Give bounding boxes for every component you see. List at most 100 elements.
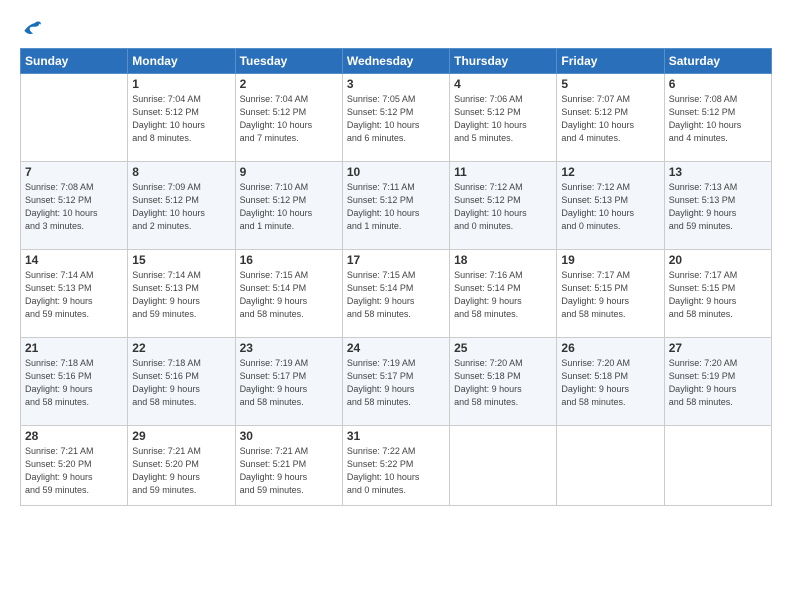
day-number: 9 bbox=[240, 165, 338, 179]
day-info: Sunrise: 7:15 AMSunset: 5:14 PMDaylight:… bbox=[347, 269, 445, 321]
calendar-day-cell: 3Sunrise: 7:05 AMSunset: 5:12 PMDaylight… bbox=[342, 74, 449, 162]
day-info: Sunrise: 7:06 AMSunset: 5:12 PMDaylight:… bbox=[454, 93, 552, 145]
calendar-day-cell: 18Sunrise: 7:16 AMSunset: 5:14 PMDayligh… bbox=[450, 250, 557, 338]
day-info: Sunrise: 7:21 AMSunset: 5:20 PMDaylight:… bbox=[132, 445, 230, 497]
day-number: 7 bbox=[25, 165, 123, 179]
day-info: Sunrise: 7:04 AMSunset: 5:12 PMDaylight:… bbox=[240, 93, 338, 145]
calendar-day-cell: 29 Sunrise: 7:21 AMSunset: 5:20 PMDayligh… bbox=[128, 426, 235, 506]
day-info: Sunrise: 7:05 AMSunset: 5:12 PMDaylight:… bbox=[347, 93, 445, 145]
weekday-header: Friday bbox=[557, 49, 664, 74]
day-info: Sunrise: 7:19 AMSunset: 5:17 PMDaylight:… bbox=[240, 357, 338, 409]
calendar-day-cell: 5 Sunrise: 7:07 AMSunset: 5:12 PMDaylight… bbox=[557, 74, 664, 162]
day-info: Sunrise: 7:10 AMSunset: 5:12 PMDaylight:… bbox=[240, 181, 338, 233]
day-info: Sunrise: 7:17 AMSunset: 5:15 PMDaylight:… bbox=[669, 269, 767, 321]
calendar-day-cell: 26 Sunrise: 7:20 AMSunset: 5:18 PMDayligh… bbox=[557, 338, 664, 426]
day-number: 28 bbox=[25, 429, 123, 443]
calendar-day-cell: 19 Sunrise: 7:17 AMSunset: 5:15 PMDayligh… bbox=[557, 250, 664, 338]
calendar-day-cell: 23 Sunrise: 7:19 AMSunset: 5:17 PMDayligh… bbox=[235, 338, 342, 426]
day-info: Sunrise: 7:11 AMSunset: 5:12 PMDaylight:… bbox=[347, 181, 445, 233]
day-info: Sunrise: 7:14 AMSunset: 5:13 PMDaylight:… bbox=[25, 269, 123, 321]
weekday-header: Sunday bbox=[21, 49, 128, 74]
calendar-day-cell: 31 Sunrise: 7:22 AMSunset: 5:22 PMDayligh… bbox=[342, 426, 449, 506]
weekday-header: Saturday bbox=[664, 49, 771, 74]
day-number: 21 bbox=[25, 341, 123, 355]
calendar-day-cell: 17 Sunrise: 7:15 AMSunset: 5:14 PMDayligh… bbox=[342, 250, 449, 338]
day-number: 27 bbox=[669, 341, 767, 355]
calendar-day-cell: 25Sunrise: 7:20 AMSunset: 5:18 PMDayligh… bbox=[450, 338, 557, 426]
calendar-day-cell bbox=[664, 426, 771, 506]
day-number: 4 bbox=[454, 77, 552, 91]
day-info: Sunrise: 7:21 AMSunset: 5:20 PMDaylight:… bbox=[25, 445, 123, 497]
calendar-week-row: 28 Sunrise: 7:21 AMSunset: 5:20 PMDayligh… bbox=[21, 426, 772, 506]
calendar-day-cell: 28 Sunrise: 7:21 AMSunset: 5:20 PMDayligh… bbox=[21, 426, 128, 506]
calendar-day-cell: 13 Sunrise: 7:13 AMSunset: 5:13 PMDayligh… bbox=[664, 162, 771, 250]
calendar-day-cell: 8 Sunrise: 7:09 AMSunset: 5:12 PMDaylight… bbox=[128, 162, 235, 250]
day-info: Sunrise: 7:20 AMSunset: 5:18 PMDaylight:… bbox=[561, 357, 659, 409]
logo bbox=[20, 18, 46, 40]
calendar-day-cell: 30Sunrise: 7:21 AMSunset: 5:21 PMDayligh… bbox=[235, 426, 342, 506]
calendar-day-cell bbox=[450, 426, 557, 506]
day-info: Sunrise: 7:08 AMSunset: 5:12 PMDaylight:… bbox=[669, 93, 767, 145]
calendar-day-cell bbox=[557, 426, 664, 506]
day-info: Sunrise: 7:21 AMSunset: 5:21 PMDaylight:… bbox=[240, 445, 338, 497]
day-number: 22 bbox=[132, 341, 230, 355]
day-number: 24 bbox=[347, 341, 445, 355]
day-number: 11 bbox=[454, 165, 552, 179]
day-number: 8 bbox=[132, 165, 230, 179]
day-info: Sunrise: 7:12 AMSunset: 5:13 PMDaylight:… bbox=[561, 181, 659, 233]
calendar-day-cell: 14 Sunrise: 7:14 AMSunset: 5:13 PMDayligh… bbox=[21, 250, 128, 338]
calendar-day-cell: 9 Sunrise: 7:10 AMSunset: 5:12 PMDaylight… bbox=[235, 162, 342, 250]
calendar-day-cell: 21 Sunrise: 7:18 AMSunset: 5:16 PMDayligh… bbox=[21, 338, 128, 426]
calendar-day-cell: 24Sunrise: 7:19 AMSunset: 5:17 PMDayligh… bbox=[342, 338, 449, 426]
calendar-day-cell: 1 Sunrise: 7:04 AMSunset: 5:12 PMDaylight… bbox=[128, 74, 235, 162]
day-number: 12 bbox=[561, 165, 659, 179]
weekday-header-row: SundayMondayTuesdayWednesdayThursdayFrid… bbox=[21, 49, 772, 74]
day-info: Sunrise: 7:15 AMSunset: 5:14 PMDaylight:… bbox=[240, 269, 338, 321]
day-number: 14 bbox=[25, 253, 123, 267]
day-number: 2 bbox=[240, 77, 338, 91]
calendar-day-cell: 20 Sunrise: 7:17 AMSunset: 5:15 PMDayligh… bbox=[664, 250, 771, 338]
calendar-week-row: 1 Sunrise: 7:04 AMSunset: 5:12 PMDaylight… bbox=[21, 74, 772, 162]
day-number: 15 bbox=[132, 253, 230, 267]
day-info: Sunrise: 7:09 AMSunset: 5:12 PMDaylight:… bbox=[132, 181, 230, 233]
calendar-day-cell: 22 Sunrise: 7:18 AMSunset: 5:16 PMDayligh… bbox=[128, 338, 235, 426]
day-info: Sunrise: 7:08 AMSunset: 5:12 PMDaylight:… bbox=[25, 181, 123, 233]
day-number: 5 bbox=[561, 77, 659, 91]
day-number: 31 bbox=[347, 429, 445, 443]
day-info: Sunrise: 7:12 AMSunset: 5:12 PMDaylight:… bbox=[454, 181, 552, 233]
calendar-day-cell: 10 Sunrise: 7:11 AMSunset: 5:12 PMDayligh… bbox=[342, 162, 449, 250]
calendar-day-cell: 6 Sunrise: 7:08 AMSunset: 5:12 PMDaylight… bbox=[664, 74, 771, 162]
day-number: 6 bbox=[669, 77, 767, 91]
day-number: 13 bbox=[669, 165, 767, 179]
logo-bird-icon bbox=[20, 18, 42, 40]
day-info: Sunrise: 7:04 AMSunset: 5:12 PMDaylight:… bbox=[132, 93, 230, 145]
weekday-header: Wednesday bbox=[342, 49, 449, 74]
calendar-day-cell: 4 Sunrise: 7:06 AMSunset: 5:12 PMDaylight… bbox=[450, 74, 557, 162]
weekday-header: Thursday bbox=[450, 49, 557, 74]
calendar-day-cell: 11 Sunrise: 7:12 AMSunset: 5:12 PMDayligh… bbox=[450, 162, 557, 250]
day-info: Sunrise: 7:13 AMSunset: 5:13 PMDaylight:… bbox=[669, 181, 767, 233]
weekday-header: Tuesday bbox=[235, 49, 342, 74]
day-number: 26 bbox=[561, 341, 659, 355]
day-info: Sunrise: 7:18 AMSunset: 5:16 PMDaylight:… bbox=[25, 357, 123, 409]
day-number: 10 bbox=[347, 165, 445, 179]
calendar-week-row: 7 Sunrise: 7:08 AMSunset: 5:12 PMDaylight… bbox=[21, 162, 772, 250]
day-info: Sunrise: 7:20 AMSunset: 5:19 PMDaylight:… bbox=[669, 357, 767, 409]
day-info: Sunrise: 7:22 AMSunset: 5:22 PMDaylight:… bbox=[347, 445, 445, 497]
day-info: Sunrise: 7:16 AMSunset: 5:14 PMDaylight:… bbox=[454, 269, 552, 321]
day-info: Sunrise: 7:18 AMSunset: 5:16 PMDaylight:… bbox=[132, 357, 230, 409]
weekday-header: Monday bbox=[128, 49, 235, 74]
calendar-day-cell: 27 Sunrise: 7:20 AMSunset: 5:19 PMDayligh… bbox=[664, 338, 771, 426]
day-number: 16 bbox=[240, 253, 338, 267]
day-number: 20 bbox=[669, 253, 767, 267]
day-number: 23 bbox=[240, 341, 338, 355]
calendar-day-cell: 7 Sunrise: 7:08 AMSunset: 5:12 PMDaylight… bbox=[21, 162, 128, 250]
day-info: Sunrise: 7:07 AMSunset: 5:12 PMDaylight:… bbox=[561, 93, 659, 145]
day-number: 1 bbox=[132, 77, 230, 91]
day-number: 25 bbox=[454, 341, 552, 355]
day-info: Sunrise: 7:17 AMSunset: 5:15 PMDaylight:… bbox=[561, 269, 659, 321]
day-number: 19 bbox=[561, 253, 659, 267]
day-number: 29 bbox=[132, 429, 230, 443]
day-number: 17 bbox=[347, 253, 445, 267]
calendar-day-cell: 2 Sunrise: 7:04 AMSunset: 5:12 PMDaylight… bbox=[235, 74, 342, 162]
